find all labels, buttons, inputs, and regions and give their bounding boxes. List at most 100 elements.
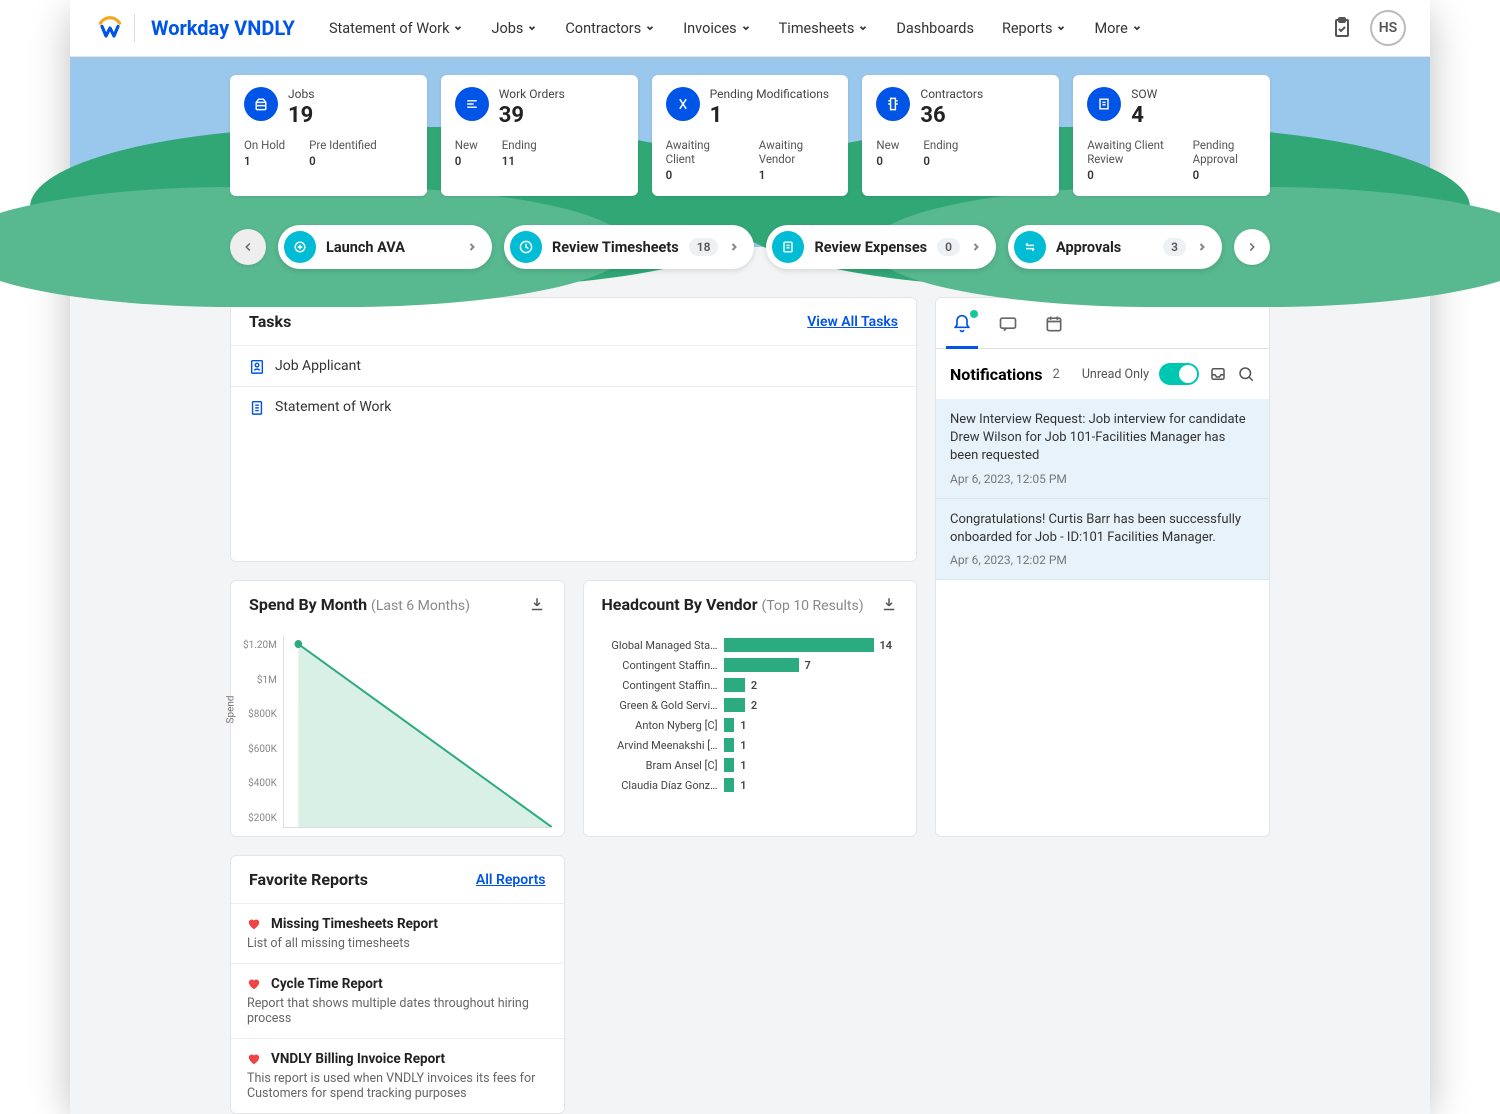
stat-sub-label: Ending — [923, 138, 958, 152]
favorite-report-item[interactable]: Missing Timesheets Report List of all mi… — [231, 903, 564, 963]
action-pill[interactable]: Review Timesheets 18 — [504, 225, 754, 269]
bar-label: Global Managed Sta… — [606, 639, 718, 652]
spend-ylabel: Spend — [226, 695, 237, 723]
bar-fill — [724, 758, 735, 772]
all-reports-link[interactable]: All Reports — [476, 872, 546, 888]
stat-value: 39 — [499, 103, 565, 128]
pill-nav-next[interactable] — [1234, 229, 1270, 265]
nav-item[interactable]: Reports — [992, 12, 1077, 45]
chevron-right-icon — [970, 241, 982, 253]
action-pill[interactable]: Launch AVA — [278, 225, 492, 269]
stat-sub-value: 0 — [1193, 168, 1256, 182]
download-icon[interactable] — [528, 596, 546, 614]
heart-icon — [247, 917, 261, 931]
pill-icon — [284, 231, 316, 263]
notification-text: New Interview Request: Job interview for… — [950, 411, 1255, 466]
notifications-title: Notifications — [950, 365, 1043, 384]
bar-label: Contingent Staffin… — [606, 659, 718, 672]
pill-badge: 0 — [937, 238, 960, 256]
bar-fill — [724, 738, 735, 752]
heart-icon — [247, 977, 261, 991]
y-tick: $1M — [257, 675, 277, 686]
bar-fill — [724, 718, 735, 732]
stat-sub-value: 11 — [502, 154, 537, 168]
action-pill[interactable]: Review Expenses 0 — [766, 225, 996, 269]
messages-tab[interactable] — [996, 308, 1020, 348]
nav-item[interactable]: More — [1084, 12, 1151, 45]
nav-item[interactable]: Timesheets — [769, 12, 879, 45]
clipboard-icon[interactable] — [1330, 16, 1354, 40]
stat-sub-value: 0 — [455, 154, 478, 168]
user-avatar[interactable]: HS — [1370, 10, 1406, 46]
notification-item[interactable]: Congratulations! Curtis Barr has been su… — [936, 499, 1269, 580]
y-tick: $1.20M — [243, 640, 277, 651]
nav-item[interactable]: Statement of Work — [319, 12, 474, 45]
pill-icon — [772, 231, 804, 263]
bar-row: Contingent Staffin… 7 — [606, 658, 895, 672]
bar-fill — [724, 778, 735, 792]
pill-label: Review Expenses — [814, 239, 927, 256]
stat-sub-value: 1 — [244, 154, 285, 168]
stat-sub-label: Pre Identified — [309, 138, 377, 152]
task-item[interactable]: Statement of Work — [231, 386, 916, 427]
stat-card[interactable]: Contractors36 New0Ending0 — [862, 75, 1059, 196]
stat-sub-label: On Hold — [244, 138, 285, 152]
heart-icon — [247, 1052, 261, 1066]
stat-sub-label: Awaiting Client Review — [1087, 138, 1168, 166]
stat-card[interactable]: Jobs19 On Hold1Pre Identified0 — [230, 75, 427, 196]
search-icon[interactable] — [1237, 365, 1255, 383]
bar-value: 2 — [751, 699, 757, 712]
favorite-report-item[interactable]: VNDLY Billing Invoice Report This report… — [231, 1038, 564, 1113]
view-all-tasks-link[interactable]: View All Tasks — [807, 314, 898, 330]
tasks-title: Tasks — [249, 312, 291, 331]
spend-chart-card: Spend By Month (Last 6 Months) Spend$1.2… — [230, 580, 565, 837]
favorite-report-item[interactable]: Cycle Time Report Report that shows mult… — [231, 963, 564, 1038]
stat-sub-label: New — [876, 138, 899, 152]
stat-sub-value: 0 — [1087, 168, 1168, 182]
favorite-desc: List of all missing timesheets — [247, 936, 548, 951]
task-item[interactable]: Job Applicant — [231, 345, 916, 386]
unread-toggle[interactable] — [1159, 363, 1199, 385]
stat-sub-label: Ending — [502, 138, 537, 152]
workday-logo-icon — [94, 12, 126, 44]
stat-sub-label: Pending Approval — [1193, 138, 1256, 166]
notification-item[interactable]: New Interview Request: Job interview for… — [936, 399, 1269, 499]
bar-value: 1 — [740, 719, 746, 732]
stat-sub-label: Awaiting Client — [666, 138, 735, 166]
inbox-icon[interactable] — [1209, 365, 1227, 383]
stat-card[interactable]: Pending Modifications1 Awaiting Client0A… — [652, 75, 849, 196]
nav-item[interactable]: Dashboards — [886, 12, 984, 45]
bar-fill — [724, 698, 745, 712]
pill-label: Review Timesheets — [552, 239, 679, 256]
tasks-card: Tasks View All Tasks Job ApplicantStatem… — [230, 297, 917, 562]
pill-badge: 3 — [1163, 238, 1186, 256]
y-tick: $800K — [248, 709, 277, 720]
stat-title: Jobs — [288, 87, 314, 101]
calendar-tab[interactable] — [1042, 308, 1066, 348]
download-icon[interactable] — [880, 596, 898, 614]
nav-item[interactable]: Contractors — [555, 12, 665, 45]
stat-card[interactable]: Work Orders39 New0Ending11 — [441, 75, 638, 196]
pill-label: Launch AVA — [326, 239, 456, 256]
pill-badge: 18 — [689, 238, 719, 256]
favorite-desc: This report is used when VNDLY invoices … — [247, 1071, 548, 1101]
headcount-bars: Global Managed Sta… 14 Contingent Staffi… — [596, 636, 905, 794]
bar-value: 1 — [740, 759, 746, 772]
brand-title[interactable]: Workday VNDLY — [151, 16, 295, 40]
headcount-title: Headcount By Vendor — [602, 595, 758, 614]
action-pill[interactable]: Approvals 3 — [1008, 225, 1222, 269]
nav-item[interactable]: Jobs — [481, 12, 547, 45]
top-navbar: Workday VNDLY Statement of WorkJobsContr… — [70, 0, 1430, 57]
unread-only-label: Unread Only — [1082, 367, 1149, 382]
bar-label: Bram Ansel [C] — [606, 759, 718, 772]
bar-label: Anton Nyberg [C] — [606, 719, 718, 732]
notifications-tab[interactable] — [950, 308, 974, 348]
y-tick: $400K — [248, 778, 277, 789]
pill-nav-prev[interactable] — [230, 229, 266, 265]
stat-icon — [244, 87, 278, 121]
bar-value: 2 — [751, 679, 757, 692]
stat-card[interactable]: SOW4 Awaiting Client Review0Pending Appr… — [1073, 75, 1270, 196]
stat-sub-value: 0 — [666, 168, 735, 182]
headcount-subtitle: (Top 10 Results) — [762, 598, 864, 614]
nav-item[interactable]: Invoices — [673, 12, 760, 45]
